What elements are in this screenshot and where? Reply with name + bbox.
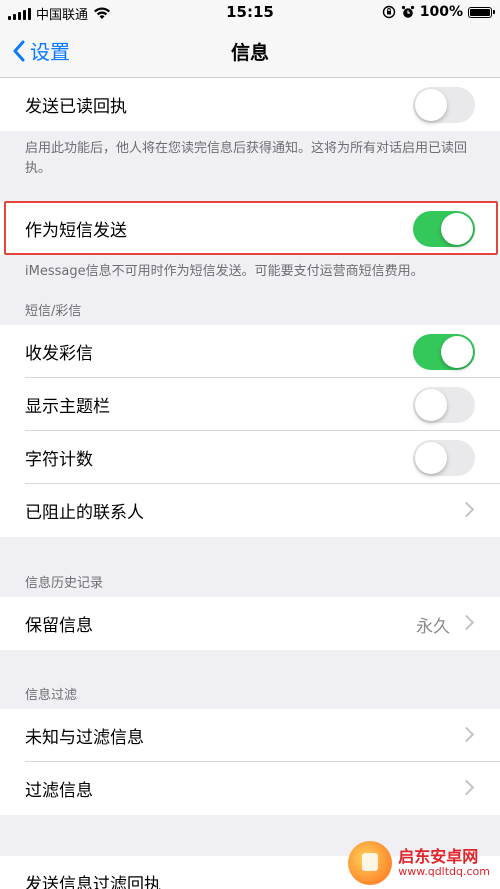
send-as-sms-row: 作为短信发送 [0,202,500,255]
character-count-row: 字符计数 [0,431,500,484]
read-receipts-label: 发送已读回执 [25,97,127,117]
message-history-header: 信息历史记录 [25,576,104,591]
show-subject-toggle[interactable] [413,387,475,423]
send-as-sms-footer: iMessage信息不可用时作为短信发送。可能要支付运营商短信费用。 [25,264,424,279]
watermark-name: 启东安卓网 [398,847,479,867]
mms-messaging-label: 收发彩信 [25,344,93,364]
watermark-text: 启东安卓网 www.qdltdq.com [398,848,490,878]
read-receipts-footer: 启用此功能后，他人将在您读完信息后获得通知。这将为所有对话启用已读回执。 [25,141,468,176]
send-as-sms-group: 作为短信发送 [0,202,500,255]
chevron-right-icon [458,726,475,743]
blocked-contacts-row[interactable]: 已阻止的联系人 [0,484,500,537]
show-subject-row: 显示主题栏 [0,378,500,431]
message-filtering-header: 信息过滤 [25,688,78,703]
status-bar: 中国联通 15:15 100% [0,0,500,26]
watermark: 启东安卓网 www.qdltdq.com [348,841,490,885]
read-receipts-group: 发送已读回执 [0,78,500,131]
send-as-sms-toggle[interactable] [413,211,475,247]
keep-messages-value: 永久 [416,617,450,637]
battery-fill [470,8,490,16]
orientation-lock-icon [382,5,395,19]
keep-messages-label: 保留信息 [25,616,93,636]
battery-icon [468,6,495,18]
sms-mms-group: 收发彩信 显示主题栏 字符计数 已阻止的联系人 [0,325,500,537]
chevron-right-icon [458,614,475,631]
read-receipts-toggle[interactable] [413,87,475,123]
filter-messages-label: 过滤信息 [25,781,93,801]
blocked-contacts-label: 已阻止的联系人 [25,503,144,523]
unknown-filtered-row[interactable]: 未知与过滤信息 [0,709,500,762]
character-count-toggle[interactable] [413,440,475,476]
read-receipts-row: 发送已读回执 [0,78,500,131]
page-title: 信息 [230,42,269,64]
filter-messages-row[interactable]: 过滤信息 [0,762,500,815]
status-right: 100% [382,4,495,20]
show-subject-label: 显示主题栏 [25,397,110,417]
chevron-right-icon [458,779,475,796]
unknown-filtered-label: 未知与过滤信息 [25,728,144,748]
filter-receipts-label: 发送信息过滤回执 [25,875,161,889]
send-as-sms-label: 作为短信发送 [25,221,127,241]
watermark-logo-icon [348,841,393,885]
chevron-right-icon [458,501,475,518]
mms-messaging-row: 收发彩信 [0,325,500,378]
message-filtering-group: 未知与过滤信息 过滤信息 [0,709,500,815]
message-history-group: 保留信息 永久 [0,597,500,650]
sms-mms-header: 短信/彩信 [25,304,82,319]
battery-percent: 100% [419,4,463,20]
character-count-label: 字符计数 [25,450,93,470]
watermark-url: www.qdltdq.com [398,864,490,878]
mms-messaging-toggle[interactable] [413,334,475,370]
alarm-icon [401,5,414,18]
navigation-bar: 设置 信息 [0,26,500,78]
keep-messages-row[interactable]: 保留信息 永久 [0,597,500,650]
